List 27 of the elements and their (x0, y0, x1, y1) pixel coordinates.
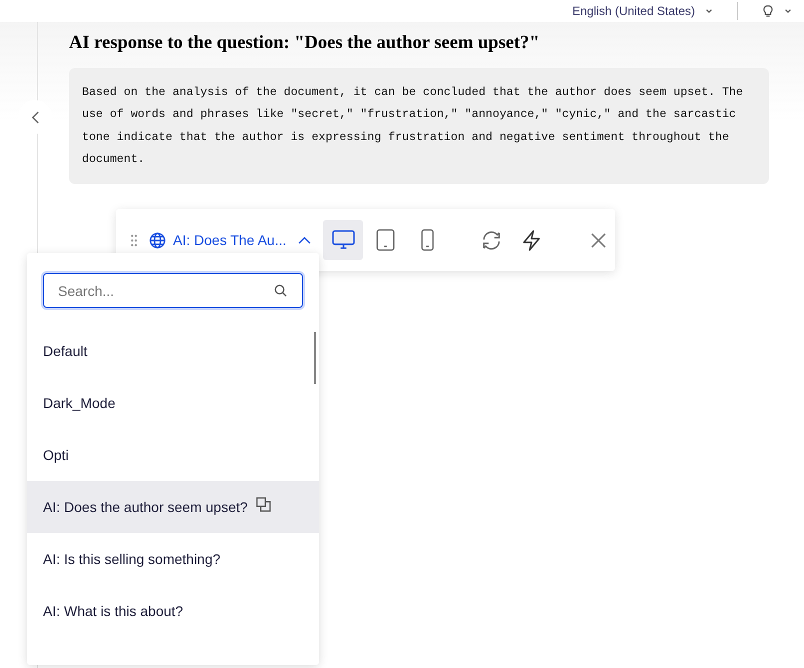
variant-option[interactable]: AI: Is this selling something? (27, 533, 319, 585)
language-selector[interactable]: English (United States) (572, 4, 695, 18)
desktop-view-button[interactable] (323, 220, 364, 260)
drag-handle-icon[interactable] (130, 234, 138, 247)
variant-option[interactable]: AI: Does the author seem upset? (27, 481, 319, 533)
lightning-icon[interactable] (522, 230, 542, 251)
caret-icon (705, 7, 713, 15)
variant-option[interactable]: Default (27, 325, 319, 377)
tablet-icon (376, 229, 395, 252)
response-title: AI response to the question: "Does the author seem upset?" (69, 33, 541, 54)
caret-icon (784, 7, 792, 15)
variant-selector[interactable]: AI: Does The Au... (149, 232, 312, 249)
duplicate-icon[interactable] (256, 496, 271, 512)
variant-option[interactable]: Opti (27, 429, 319, 481)
refresh-icon[interactable] (481, 230, 502, 251)
scrollbar[interactable] (314, 332, 316, 384)
response-text: Based on the analysis of the document, it can be concluded that the author does seem upset. The use of words and phrases like "secret," "frustration," "annoyance," "cynic," and the sarcastic tone indicate that the author is expressing frustration and negative sentiment throughout the document. (69, 68, 769, 184)
lightbulb-icon[interactable] (762, 4, 774, 18)
monitor-icon (332, 230, 355, 251)
variant-option[interactable]: AI: What is this about? (27, 585, 319, 637)
search-icon (274, 284, 287, 297)
phone-icon (420, 229, 434, 252)
chevron-left-icon (30, 110, 40, 124)
globe-icon (149, 232, 166, 249)
close-icon[interactable] (591, 232, 606, 248)
search-field[interactable]: Search... (43, 273, 303, 308)
variant-option[interactable]: Dark_Mode (27, 377, 319, 429)
